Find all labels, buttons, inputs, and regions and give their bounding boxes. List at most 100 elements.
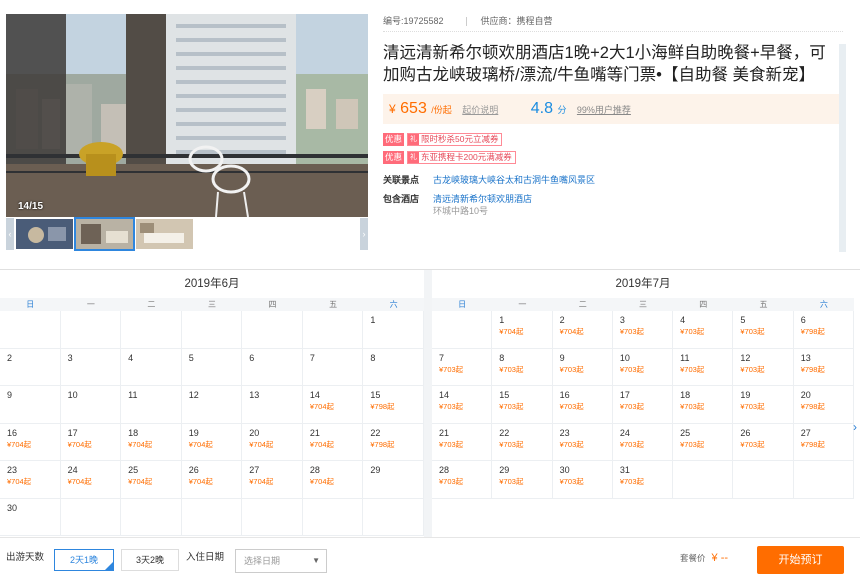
calendar-empty-cell [242, 498, 303, 536]
calendar-day[interactable]: 22 ¥703起 [492, 423, 553, 461]
calendar-day[interactable]: 24 ¥704起 [60, 461, 122, 499]
day-price: ¥703起 [559, 402, 584, 411]
calendar-day[interactable]: 14 ¥703起 [432, 386, 493, 424]
calendar-day[interactable]: 29 ¥703起 [492, 461, 553, 499]
promo-row[interactable]: 优惠 礼限时秒杀50元立减券 [383, 132, 843, 146]
weekday-header: 日一二三四五六 [0, 298, 424, 311]
day-number: 28 [309, 465, 320, 475]
info-scrollbar[interactable] [839, 44, 846, 252]
recommend-link[interactable]: 99%用户推荐 [577, 105, 631, 115]
calendar-day[interactable]: 26 ¥703起 [733, 423, 794, 461]
calendar-day[interactable]: 1 [363, 311, 424, 349]
thumb-next-button[interactable]: › [360, 218, 368, 250]
calendar-day[interactable]: 19 ¥704起 [181, 423, 243, 461]
calendar-day[interactable]: 21 ¥704起 [302, 423, 364, 461]
calendar-day[interactable]: 22 ¥798起 [363, 423, 424, 461]
thumb-prev-button[interactable]: ‹ [6, 218, 14, 250]
calendar-day[interactable]: 17 ¥704起 [60, 423, 122, 461]
thumbnail-active[interactable] [74, 217, 135, 251]
calendar-day[interactable]: 7 ¥703起 [432, 348, 493, 386]
supplier: 供应商：携程自营 [480, 16, 553, 26]
calendar-empty-cell [302, 498, 364, 536]
calendar-day[interactable]: 6 [242, 348, 303, 386]
hotel-link[interactable]: 清远清新希尔顿欢朋酒店 [433, 194, 532, 204]
day-number: 6 [249, 352, 255, 363]
main-photo[interactable]: 14/15 [6, 14, 368, 217]
calendar-day[interactable]: 6 ¥798起 [793, 311, 854, 349]
calendar-day[interactable]: 9 ¥703起 [552, 348, 613, 386]
calendar-day[interactable]: 15 ¥798起 [363, 386, 424, 424]
hotel-label: 包含酒店 [383, 194, 420, 204]
day-number: 30 [7, 502, 18, 513]
calendar-day[interactable]: 3 ¥703起 [612, 311, 674, 349]
calendar-day[interactable]: 2 ¥704起 [552, 311, 613, 349]
calendar-day[interactable]: 4 [121, 348, 182, 386]
calendar-day[interactable]: 13 [242, 386, 303, 424]
calendar-day[interactable]: 20 ¥798起 [793, 386, 854, 424]
date-select[interactable]: 选择日期 ▼ [235, 549, 327, 573]
day-number: 21 [309, 427, 320, 438]
calendar-day[interactable]: 16 ¥704起 [0, 423, 61, 461]
calendar-day[interactable]: 4 ¥703起 [673, 311, 734, 349]
calendar-day[interactable]: 28 ¥704起 [302, 461, 364, 499]
calendar-day[interactable]: 24 ¥703起 [612, 423, 674, 461]
calendar-day[interactable]: 23 ¥703起 [552, 423, 613, 461]
calendar-day[interactable]: 11 ¥703起 [673, 348, 734, 386]
calendar-day[interactable]: 30 [0, 498, 61, 536]
calendar-day[interactable]: 26 ¥704起 [181, 461, 243, 499]
chevron-right-icon[interactable]: › [853, 420, 857, 434]
day-price: ¥798起 [800, 439, 825, 449]
calendar-day[interactable]: 30 ¥703起 [552, 461, 613, 499]
option-2d1n[interactable]: 2天1晚 [54, 549, 114, 571]
day-number: 2 [7, 352, 13, 363]
calendar-day[interactable]: 29 [363, 461, 424, 499]
calendar-day[interactable]: 10 ¥703起 [612, 348, 674, 386]
calendar-day[interactable]: 25 ¥703起 [673, 423, 734, 461]
calendar-day[interactable]: 9 [0, 386, 61, 424]
thumbnail[interactable] [16, 219, 73, 249]
calendar-empty-cell [60, 311, 122, 349]
calendar-day[interactable]: 7 [302, 348, 364, 386]
calendar-day[interactable]: 16 ¥703起 [552, 386, 613, 424]
calendar-day[interactable]: 13 ¥798起 [793, 348, 854, 386]
calendar-day[interactable]: 17 ¥703起 [612, 386, 674, 424]
calendar-day[interactable]: 27 ¥798起 [793, 423, 854, 461]
calendar-day[interactable]: 31 ¥703起 [612, 461, 674, 499]
calendar-day[interactable]: 19 ¥703起 [733, 386, 794, 424]
calendar-day[interactable]: 3 [60, 348, 122, 386]
rating-score: 4.8 [530, 100, 553, 117]
calendar-day[interactable]: 12 [181, 386, 243, 424]
calendar-day[interactable]: 27 ¥704起 [242, 461, 303, 499]
package-price-label: 套餐价 [680, 553, 706, 563]
thumbnail[interactable] [136, 219, 193, 249]
calendar-day[interactable]: 5 ¥703起 [733, 311, 794, 349]
option-3d2n[interactable]: 3天2晚 [121, 549, 179, 571]
calendar-day[interactable]: 25 ¥704起 [121, 461, 182, 499]
calendar-day[interactable]: 11 [121, 386, 182, 424]
calendar-day[interactable]: 5 [181, 348, 243, 386]
package-price: 套餐价 ¥ -- [680, 538, 728, 578]
calendar-day[interactable]: 18 ¥703起 [673, 386, 734, 424]
price-note-link[interactable]: 起价说明 [462, 105, 498, 115]
calendar-day[interactable]: 20 ¥704起 [242, 423, 303, 461]
promo-row[interactable]: 优惠 礼东亚携程卡200元满减券 [383, 150, 843, 164]
hotel-address: 环城中路10号 [433, 206, 489, 216]
day-number: 11 [128, 390, 138, 400]
calendar-day[interactable]: 23 ¥704起 [0, 461, 61, 499]
calendar-day[interactable]: 15 ¥703起 [492, 386, 553, 424]
book-button[interactable]: 开始预订 [757, 546, 844, 574]
attractions-link[interactable]: 古龙峡玻璃大峡谷太和古洞牛鱼嘴风景区 [433, 174, 595, 186]
calendar-day[interactable]: 18 ¥704起 [121, 423, 182, 461]
calendar-day[interactable]: 8 ¥703起 [492, 348, 553, 386]
weekday-label: 一 [86, 300, 95, 309]
calendar-day[interactable]: 1 ¥704起 [492, 311, 553, 349]
calendar-day[interactable]: 21 ¥703起 [432, 423, 493, 461]
calendar-day[interactable]: 10 [60, 386, 122, 424]
calendar-day[interactable]: 12 ¥703起 [733, 348, 794, 386]
weekday-label: 二 [578, 300, 587, 309]
calendar-day[interactable]: 14 ¥704起 [302, 386, 364, 424]
calendar-day[interactable]: 2 [0, 348, 61, 386]
calendar-day[interactable]: 28 ¥703起 [432, 461, 493, 499]
calendar-day[interactable]: 8 [363, 348, 424, 386]
calendar-title: 2019年7月 [615, 278, 671, 290]
